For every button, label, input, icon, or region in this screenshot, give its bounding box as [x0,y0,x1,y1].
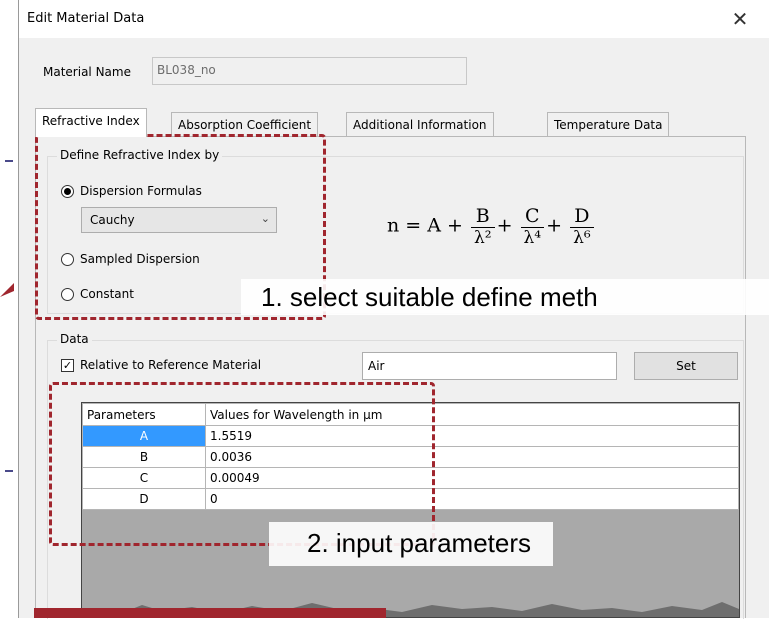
relative-to-reference-checkbox[interactable]: ✓ [61,359,74,372]
tab-absorption-coefficient[interactable]: Absorption Coefficient [171,112,319,136]
formula-denominator: λ² [473,228,492,248]
formula-numerator: B [470,205,495,228]
title-bar: Edit Material Data ✕ [19,0,769,38]
close-button[interactable]: ✕ [725,5,755,33]
tab-additional-information[interactable]: Additional Information [346,112,494,136]
background-window-edge [0,0,18,618]
formula-numerator: C [520,205,545,228]
accent-bar [34,608,386,618]
formula-plus: + [496,214,513,237]
data-group-title: Data [57,332,92,346]
pointer-arrow-icon [0,283,14,297]
dialog-title: Edit Material Data [27,11,145,26]
edge-marker [5,160,13,162]
edge-marker [5,470,13,472]
edit-material-dialog: Edit Material Data ✕ Material Name BL038… [18,0,769,619]
formula-plus: + [546,214,563,237]
formula-term-d: D λ⁶ [570,205,594,248]
formula-lhs: n = A + [387,214,463,237]
callout-step-2: 2. input parameters [269,522,554,566]
material-name-field[interactable]: BL038_no [152,57,467,85]
formula-term-c: C λ⁴ [520,205,545,248]
relative-to-reference-label: Relative to Reference Material [80,358,262,372]
tab-temperature-data[interactable]: Temperature Data [547,112,670,136]
formula-denominator: λ⁴ [523,228,542,248]
tab-refractive-index[interactable]: Refractive Index [35,108,147,137]
set-button[interactable]: Set [634,352,738,380]
cauchy-formula: n = A + B λ² + C λ⁴ + D λ⁶ [387,205,596,248]
formula-term-b: B λ² [470,205,495,248]
formula-denominator: λ⁶ [573,228,591,248]
material-name-label: Material Name [43,65,131,79]
callout-step-1: 1. select suitable define meth [241,279,769,315]
reference-material-field[interactable]: Air [362,352,617,380]
formula-numerator: D [570,205,594,228]
